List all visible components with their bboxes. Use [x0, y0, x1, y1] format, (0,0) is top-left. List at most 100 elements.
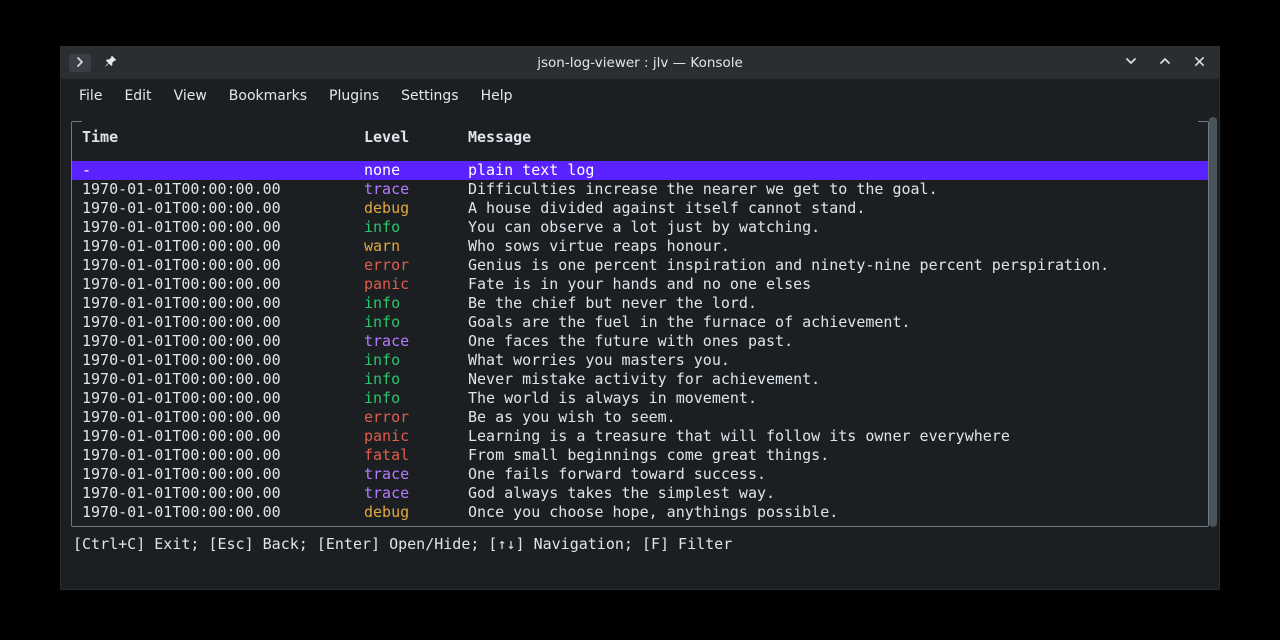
- table-row[interactable]: 1970-01-01T00:00:00.00infoThe world is a…: [72, 389, 1208, 408]
- cell-message: Fate is in your hands and no one elses: [468, 275, 1198, 294]
- cell-message: Genius is one percent inspiration and ni…: [468, 256, 1198, 275]
- cell-level: trace: [364, 332, 468, 351]
- cell-message: Never mistake activity for achievement.: [468, 370, 1198, 389]
- table-header-row: Time Level Message: [72, 122, 1208, 161]
- menu-item-edit[interactable]: Edit: [114, 84, 161, 108]
- menubar: FileEditViewBookmarksPluginsSettingsHelp: [61, 79, 1219, 113]
- cell-time: 1970-01-01T00:00:00.00: [82, 256, 364, 275]
- menu-item-file[interactable]: File: [69, 84, 112, 108]
- titlebar[interactable]: json-log-viewer : jlv — Konsole: [61, 47, 1219, 79]
- cell-time: 1970-01-01T00:00:00.00: [82, 294, 364, 313]
- cell-level: info: [364, 389, 468, 408]
- cell-message: plain text log: [468, 161, 1198, 180]
- cell-time: 1970-01-01T00:00:00.00: [82, 408, 364, 427]
- table-row[interactable]: 1970-01-01T00:00:00.00infoGoals are the …: [72, 313, 1208, 332]
- menu-item-view[interactable]: View: [164, 84, 217, 108]
- table-row[interactable]: 1970-01-01T00:00:00.00debugOnce you choo…: [72, 503, 1208, 522]
- pin-button[interactable]: [101, 53, 121, 73]
- chevron-down-icon: [1125, 55, 1137, 71]
- cell-message: Who sows virtue reaps honour.: [468, 237, 1198, 256]
- cell-message: The world is always in movement.: [468, 389, 1198, 408]
- cell-level: warn: [364, 237, 468, 256]
- scrollbar-track[interactable]: [1209, 117, 1217, 527]
- cell-level: trace: [364, 465, 468, 484]
- cell-message: Be the chief but never the lord.: [468, 294, 1198, 313]
- cell-time: 1970-01-01T00:00:00.00: [82, 370, 364, 389]
- minimize-button[interactable]: [1121, 53, 1141, 73]
- menu-item-plugins[interactable]: Plugins: [319, 84, 389, 108]
- col-header-message: Message: [468, 128, 1198, 147]
- cell-message: Once you choose hope, anythings possible…: [468, 503, 1198, 522]
- cell-time: 1970-01-01T00:00:00.00: [82, 465, 364, 484]
- cell-level: info: [364, 313, 468, 332]
- table-row[interactable]: 1970-01-01T00:00:00.00errorBe as you wis…: [72, 408, 1208, 427]
- cell-time: 1970-01-01T00:00:00.00: [82, 446, 364, 465]
- cell-time: 1970-01-01T00:00:00.00: [82, 389, 364, 408]
- table-row[interactable]: 1970-01-01T00:00:00.00errorGenius is one…: [72, 256, 1208, 275]
- pin-icon: [105, 55, 117, 71]
- cell-time: 1970-01-01T00:00:00.00: [82, 218, 364, 237]
- cell-message: God always takes the simplest way.: [468, 484, 1198, 503]
- table-row[interactable]: 1970-01-01T00:00:00.00traceDifficulties …: [72, 180, 1208, 199]
- col-header-level: Level: [364, 128, 468, 147]
- cell-level: panic: [364, 427, 468, 446]
- scrollbar-thumb[interactable]: [1209, 117, 1217, 527]
- cell-level: info: [364, 351, 468, 370]
- cell-level: error: [364, 256, 468, 275]
- cell-time: 1970-01-01T00:00:00.00: [82, 484, 364, 503]
- titlebar-right-controls: [1121, 53, 1219, 73]
- cell-level: trace: [364, 180, 468, 199]
- cell-time: 1970-01-01T00:00:00.00: [82, 503, 364, 522]
- cell-message: Difficulties increase the nearer we get …: [468, 180, 1198, 199]
- cell-time: 1970-01-01T00:00:00.00: [82, 351, 364, 370]
- cell-level: error: [364, 408, 468, 427]
- close-button[interactable]: [1189, 53, 1209, 73]
- cell-level: fatal: [364, 446, 468, 465]
- table-row[interactable]: 1970-01-01T00:00:00.00debugA house divid…: [72, 199, 1208, 218]
- table-row[interactable]: 1970-01-01T00:00:00.00infoBe the chief b…: [72, 294, 1208, 313]
- table-row[interactable]: 1970-01-01T00:00:00.00infoNever mistake …: [72, 370, 1208, 389]
- cell-message: Learning is a treasure that will follow …: [468, 427, 1198, 446]
- cell-level: trace: [364, 484, 468, 503]
- cell-level: debug: [364, 503, 468, 522]
- table-row[interactable]: 1970-01-01T00:00:00.00panicFate is in yo…: [72, 275, 1208, 294]
- expand-button[interactable]: [69, 54, 91, 72]
- menu-item-settings[interactable]: Settings: [391, 84, 468, 108]
- cell-time: 1970-01-01T00:00:00.00: [82, 180, 364, 199]
- cell-time: 1970-01-01T00:00:00.00: [82, 313, 364, 332]
- cell-level: debug: [364, 199, 468, 218]
- cell-time: 1970-01-01T00:00:00.00: [82, 427, 364, 446]
- table-row[interactable]: 1970-01-01T00:00:00.00traceGod always ta…: [72, 484, 1208, 503]
- cell-message: Goals are the fuel in the furnace of ach…: [468, 313, 1198, 332]
- window-title: json-log-viewer : jlv — Konsole: [61, 55, 1219, 71]
- cell-level: panic: [364, 275, 468, 294]
- table-row[interactable]: 1970-01-01T00:00:00.00traceOne faces the…: [72, 332, 1208, 351]
- cell-level: info: [364, 294, 468, 313]
- cell-message: Be as you wish to seem.: [468, 408, 1198, 427]
- chevron-up-icon: [1159, 55, 1171, 71]
- cell-time: 1970-01-01T00:00:00.00: [82, 237, 364, 256]
- cell-level: info: [364, 370, 468, 389]
- table-row[interactable]: 1970-01-01T00:00:00.00infoYou can observ…: [72, 218, 1208, 237]
- menu-item-help[interactable]: Help: [471, 84, 523, 108]
- cell-time: -: [82, 161, 364, 180]
- app-window: json-log-viewer : jlv — Konsole FileEdit…: [60, 46, 1220, 590]
- cell-level: none: [364, 161, 468, 180]
- cell-message: One faces the future with ones past.: [468, 332, 1198, 351]
- cell-message: What worries you masters you.: [468, 351, 1198, 370]
- terminal-content: Time Level Message -noneplain text log19…: [71, 121, 1209, 579]
- footer-help-text: [Ctrl+C] Exit; [Esc] Back; [Enter] Open/…: [71, 527, 1209, 554]
- table-row[interactable]: 1970-01-01T00:00:00.00panicLearning is a…: [72, 427, 1208, 446]
- cell-level: info: [364, 218, 468, 237]
- table-row[interactable]: 1970-01-01T00:00:00.00traceOne fails for…: [72, 465, 1208, 484]
- maximize-button[interactable]: [1155, 53, 1175, 73]
- terminal-body[interactable]: Time Level Message -noneplain text log19…: [61, 113, 1219, 589]
- cell-time: 1970-01-01T00:00:00.00: [82, 332, 364, 351]
- menu-item-bookmarks[interactable]: Bookmarks: [219, 84, 317, 108]
- cell-message: You can observe a lot just by watching.: [468, 218, 1198, 237]
- table-row[interactable]: 1970-01-01T00:00:00.00warnWho sows virtu…: [72, 237, 1208, 256]
- cell-message: One fails forward toward success.: [468, 465, 1198, 484]
- table-row[interactable]: -noneplain text log: [72, 161, 1208, 180]
- table-row[interactable]: 1970-01-01T00:00:00.00infoWhat worries y…: [72, 351, 1208, 370]
- table-row[interactable]: 1970-01-01T00:00:00.00fatalFrom small be…: [72, 446, 1208, 465]
